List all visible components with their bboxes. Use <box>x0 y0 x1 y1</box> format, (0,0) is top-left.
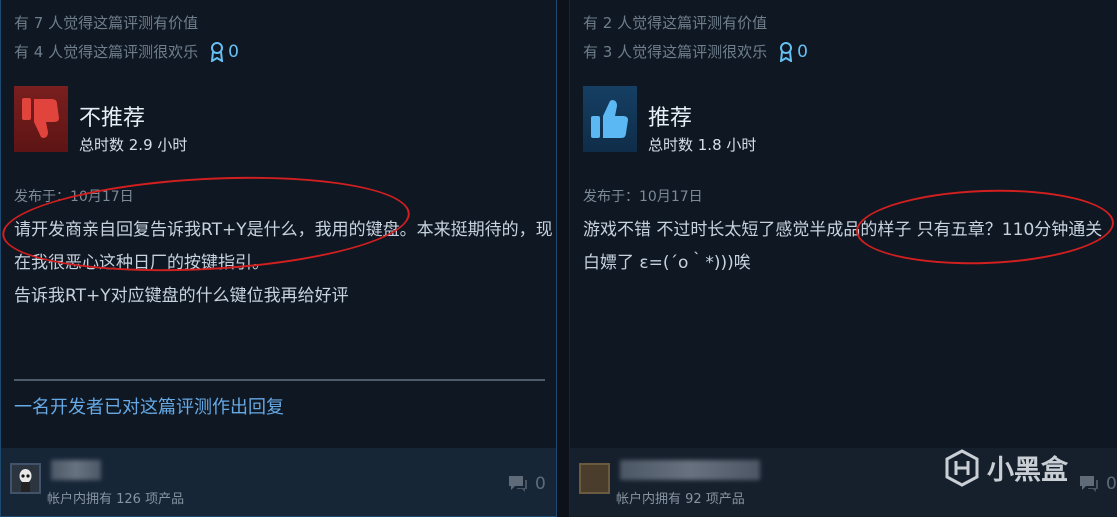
avatar[interactable] <box>579 463 610 494</box>
award-ribbon-icon <box>779 41 793 62</box>
posted-date: 发布于：10月17日 <box>583 189 703 205</box>
username-blurred[interactable] <box>51 460 101 480</box>
award-button[interactable]: 0 <box>210 41 239 62</box>
review-card-negative: 有 7 人觉得这篇评测有价值 有 4 人觉得这篇评测很欢乐 0 不推荐 总时数 … <box>0 0 557 517</box>
products-owned: 帐户内拥有 126 项产品 <box>47 492 185 507</box>
award-button[interactable]: 0 <box>779 41 808 62</box>
playtime-hours: 总时数 2.9 小时 <box>79 136 188 154</box>
reviews-view: 有 7 人觉得这篇评测有价值 有 4 人觉得这篇评测很欢乐 0 不推荐 总时数 … <box>0 0 1117 517</box>
funny-text: 有 4 人觉得这篇评测很欢乐 <box>14 43 199 61</box>
review-line: 白嫖了 ε=(´ο｀*)))唉 <box>583 253 751 273</box>
helpful-count: 有 7 人觉得这篇评测有价值 <box>14 14 199 32</box>
review-line: 在我很恶心这种日厂的按键指引。 <box>14 253 269 273</box>
comment-count: 0 <box>535 474 546 494</box>
helpful-count: 有 2 人觉得这篇评测有价值 <box>583 14 768 32</box>
avatar-figure-icon <box>19 469 32 492</box>
award-ribbon-icon <box>210 41 224 62</box>
comment-count: 0 <box>1106 474 1117 494</box>
comment-bubble-icon <box>509 476 527 492</box>
developer-reply-link[interactable]: 一名开发者已对这篇评测作出回复 <box>14 393 284 419</box>
watermark: 小黑盒 <box>945 448 1068 487</box>
xiaoheihe-logo-icon <box>945 448 979 487</box>
watermark-text: 小黑盒 <box>987 455 1068 486</box>
review-body: 游戏不错 不过时长太短了感觉半成品的样子 只有五章？110分钟通关 白嫖了 ε=… <box>583 214 1102 280</box>
products-owned: 帐户内拥有 92 项产品 <box>616 492 745 507</box>
posted-date: 发布于：10月17日 <box>14 189 134 205</box>
review-line: 请开发商亲自回复告诉我RT+Y是什么，我用的键盘。本来挺期待的，现 <box>14 220 553 240</box>
comment-button[interactable]: 0 <box>1078 474 1117 494</box>
thumbs-down-icon <box>14 86 68 152</box>
review-line: 告诉我RT+Y对应键盘的什么键位我再给好评 <box>14 286 349 306</box>
funny-count: 有 3 人觉得这篇评测很欢乐 0 <box>583 41 808 62</box>
divider <box>14 379 545 381</box>
award-count: 0 <box>797 41 808 62</box>
review-card-positive: 有 2 人觉得这篇评测有价值 有 3 人觉得这篇评测很欢乐 0 推荐 总时数 1… <box>569 0 1117 517</box>
review-body: 请开发商亲自回复告诉我RT+Y是什么，我用的键盘。本来挺期待的，现 在我很恶心这… <box>14 214 553 313</box>
verdict-title: 不推荐 <box>79 106 146 131</box>
thumbs-up-icon <box>583 86 637 152</box>
comment-bubble-icon <box>1080 476 1098 492</box>
avatar[interactable] <box>10 463 41 494</box>
comment-button[interactable]: 0 <box>507 474 546 494</box>
review-line: 游戏不错 不过时长太短了感觉半成品的样子 只有五章？110分钟通关 <box>583 220 1103 240</box>
review-author-bar: 帐户内拥有 126 项产品 0 <box>1 448 556 516</box>
verdict-title: 推荐 <box>648 106 693 131</box>
username-blurred[interactable] <box>620 460 760 480</box>
playtime-hours: 总时数 1.8 小时 <box>648 136 757 154</box>
funny-count: 有 4 人觉得这篇评测很欢乐 0 <box>14 41 239 62</box>
award-count: 0 <box>228 41 239 62</box>
funny-text: 有 3 人觉得这篇评测很欢乐 <box>583 43 768 61</box>
